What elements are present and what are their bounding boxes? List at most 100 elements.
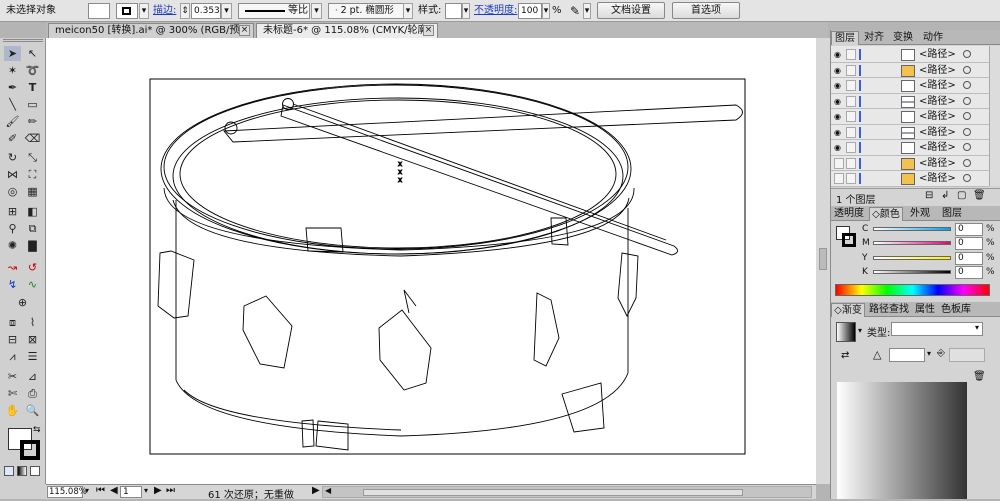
envelope-tool-icon[interactable]: ⊠ xyxy=(24,332,41,347)
tab-actions[interactable]: 动作 xyxy=(919,31,947,45)
rotate-tool-icon[interactable]: ↻ xyxy=(4,150,21,165)
eye-icon[interactable]: ◉ xyxy=(834,128,843,137)
gradient-mode-icon[interactable] xyxy=(17,466,27,476)
horizontal-scrollbar[interactable]: ◀ xyxy=(322,486,812,498)
tab-attributes[interactable]: 属性 xyxy=(913,303,937,317)
warp-tool-icon[interactable]: ↝ xyxy=(4,260,21,275)
print-tiling-tool-icon[interactable]: ⎙ xyxy=(24,386,41,401)
zigzag-tool-icon[interactable]: ⩘ xyxy=(4,349,21,364)
channel-m-value[interactable]: 0 xyxy=(955,237,983,250)
lock-box[interactable] xyxy=(846,49,856,60)
lock-box[interactable] xyxy=(846,80,856,91)
stroke-profile-dropdown[interactable]: ▾ xyxy=(311,3,322,19)
target-icon[interactable] xyxy=(963,143,971,151)
type-tool-icon[interactable]: T xyxy=(24,80,41,95)
stroke-weight-dropdown[interactable]: ▾ xyxy=(221,3,232,19)
selection-tool-icon[interactable]: ➤ xyxy=(4,46,21,61)
vertical-scrollbar[interactable] xyxy=(816,38,830,484)
target-icon[interactable] xyxy=(963,174,971,182)
brush-dropdown[interactable]: ▾ xyxy=(403,3,413,19)
canvas-area[interactable]: x x x xyxy=(46,38,816,484)
delete-stop-icon[interactable]: 🗑 xyxy=(973,371,986,382)
opacity-field[interactable]: 100 xyxy=(518,3,542,19)
horizontal-scroll-thumb[interactable] xyxy=(363,489,743,496)
stroke-label[interactable]: 描边: xyxy=(153,3,176,19)
next-artboard-icon[interactable]: ▶ xyxy=(154,485,162,496)
make-clipping-icon[interactable]: ⊟ xyxy=(925,190,933,201)
swap-colors-icon[interactable]: ⇆ xyxy=(33,425,41,435)
lock-box[interactable] xyxy=(846,64,856,76)
channel-c-slider[interactable] xyxy=(873,227,951,231)
tab-transform[interactable]: 变换 xyxy=(889,31,917,45)
gradient-angle-field[interactable] xyxy=(889,348,925,362)
target-icon[interactable] xyxy=(963,112,971,120)
tab-align[interactable]: 对齐 xyxy=(861,31,887,45)
style-dropdown[interactable]: ▾ xyxy=(462,3,470,19)
scrollbar-thumb[interactable] xyxy=(819,248,827,270)
eye-icon[interactable]: ◉ xyxy=(834,81,843,90)
target-icon[interactable] xyxy=(963,65,971,74)
status-menu-icon[interactable]: ▶ xyxy=(312,485,320,496)
color-mode-icon[interactable] xyxy=(4,466,14,476)
width-tool-icon[interactable]: ⋈ xyxy=(4,167,21,182)
lock-box[interactable] xyxy=(846,157,856,169)
opacity-label[interactable]: 不透明度: xyxy=(474,3,517,19)
angle-dropdown[interactable]: ▾ xyxy=(927,349,931,358)
close-icon[interactable]: × xyxy=(239,25,250,36)
twirl-tool-icon[interactable]: ↺ xyxy=(24,260,41,275)
layers-scrollbar[interactable] xyxy=(989,46,1000,186)
stroke-stepper[interactable]: ⇕ xyxy=(180,3,190,19)
brush-select[interactable]: · 2 pt. 椭圆形 xyxy=(328,3,412,19)
line-tool-icon[interactable]: ╲ xyxy=(4,97,21,112)
new-sublayer-icon[interactable]: ↲ xyxy=(941,190,949,201)
visibility-box[interactable] xyxy=(834,157,844,169)
blob-brush-tool-icon[interactable]: ✐ xyxy=(4,131,21,146)
scissors-tool-icon[interactable]: ✄ xyxy=(4,386,21,401)
lock-box[interactable] xyxy=(846,95,856,107)
recolor-dropdown[interactable]: ▾ xyxy=(583,3,591,19)
column-graph-tool-icon[interactable]: ▇ xyxy=(24,238,41,253)
gradient-ramp[interactable] xyxy=(837,382,967,499)
paintbrush-tool-icon[interactable]: 🖌 xyxy=(4,114,21,129)
blend-tool-icon[interactable]: ⧉ xyxy=(24,221,41,236)
gradient-preview-swatch[interactable] xyxy=(836,322,856,342)
pencil-tool-icon[interactable]: ✏ xyxy=(24,114,41,129)
gradient-preset-dropdown[interactable]: ▾ xyxy=(858,326,862,335)
new-layer-icon[interactable]: ▢ xyxy=(957,190,966,201)
tab-meicon50[interactable]: meicon50 [转换].ai* @ 300% (RGB/预览) × xyxy=(48,23,254,50)
target-icon[interactable] xyxy=(963,158,971,167)
shape-builder-tool-icon[interactable]: ◎ xyxy=(4,184,21,199)
stroke-color-swatch[interactable] xyxy=(20,440,40,460)
eye-icon[interactable]: ◉ xyxy=(834,112,843,121)
eye-icon[interactable]: ◉ xyxy=(834,97,843,106)
eyedropper-tool-icon[interactable]: ⚲ xyxy=(4,221,21,236)
zoom-dropdown[interactable]: ▾ xyxy=(85,486,89,495)
document-setup-button[interactable]: 文档设置 xyxy=(597,2,665,19)
layer-row[interactable]: ◉ <路径> xyxy=(831,93,989,109)
lock-box[interactable] xyxy=(846,111,856,122)
style-swatch[interactable] xyxy=(445,3,462,19)
crosshair-tool-icon[interactable]: ⊕ xyxy=(14,295,31,310)
scroll-left-icon[interactable]: ◀ xyxy=(325,486,331,495)
channel-c-value[interactable]: 0 xyxy=(955,223,983,236)
direct-selection-tool-icon[interactable]: ↖ xyxy=(24,46,41,61)
gradient-type-select[interactable]: ▾ xyxy=(891,322,983,336)
layer-row[interactable]: ◉ <路径> xyxy=(831,62,989,78)
lock-box[interactable] xyxy=(846,126,856,138)
stroke-swatch-dropdown[interactable]: ▾ xyxy=(139,3,149,19)
eye-icon[interactable]: ◉ xyxy=(834,50,843,59)
layer-row[interactable]: <路径> xyxy=(831,155,989,171)
eye-icon[interactable]: ◉ xyxy=(834,143,843,152)
magic-wand-tool-icon[interactable]: ✶ xyxy=(4,63,21,78)
first-artboard-icon[interactable]: ⏮ xyxy=(96,485,105,496)
opacity-dropdown[interactable]: ▾ xyxy=(542,3,550,19)
eraser-tool-icon[interactable]: ⌫ xyxy=(24,131,41,146)
artboard-dropdown[interactable]: ▾ xyxy=(144,486,148,495)
layer-row[interactable]: ◉ <路径> xyxy=(831,47,989,63)
reverse-gradient-icon[interactable]: ⇄ xyxy=(841,350,849,361)
lasso-tool-icon[interactable]: ➰ xyxy=(24,63,41,78)
layer-row[interactable]: ◉ <路径> xyxy=(831,140,989,156)
tab-appearance[interactable]: 外观 xyxy=(905,207,935,221)
artboard-number-field[interactable]: 1 xyxy=(120,486,142,498)
recolor-icon[interactable]: ✎ xyxy=(570,3,580,19)
